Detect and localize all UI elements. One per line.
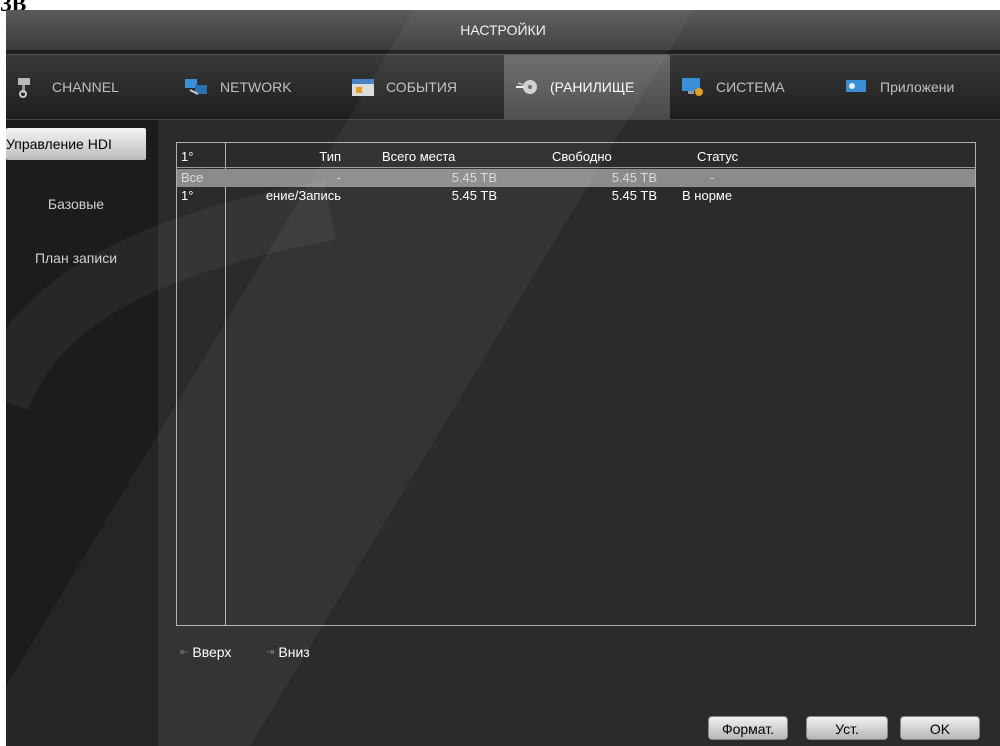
table-row[interactable]: Все - 5.45 TB 5.45 TB -	[177, 169, 975, 187]
settings-window: НАСТРОЙКИ CHANNEL NETWORK СОБЫТИЯ (РАНИЛ…	[6, 10, 1000, 746]
cell-total: 5.45 TB	[451, 170, 497, 185]
tab-label: СОБЫТИЯ	[386, 79, 457, 95]
table-header: 1° Тип Всего места Свободно Статус	[177, 148, 975, 166]
tab-label: Приложени	[880, 79, 955, 95]
header-free: Свободно	[552, 149, 612, 164]
column-divider	[225, 143, 226, 625]
header-status: Статус	[697, 149, 739, 164]
page-down-label: Вниз	[278, 644, 310, 660]
window-title: НАСТРОЙКИ	[6, 10, 1000, 50]
header-total: Всего места	[382, 149, 456, 164]
cell-type: ение/Запись	[265, 188, 341, 203]
apps-icon	[844, 76, 870, 98]
tab-label: (РАНИЛИЩЕ	[550, 79, 635, 95]
cell-status: В норме	[682, 188, 733, 203]
calendar-icon	[350, 76, 376, 98]
camera-icon	[16, 76, 42, 98]
tab-network[interactable]: NETWORK	[174, 55, 340, 119]
table-row[interactable]: 1° ение/Запись 5.45 TB 5.45 TB В норме	[177, 187, 975, 205]
disk-table: 1° Тип Всего места Свободно Статус Все -…	[176, 142, 976, 626]
storage-icon	[514, 76, 540, 98]
sidebar-item-hdd-management[interactable]: Управление HDI	[6, 128, 146, 160]
page-up-button[interactable]: ⇤ Вверх	[180, 644, 231, 660]
set-button[interactable]: Уст.	[806, 716, 888, 740]
page-up-icon: ⇤	[180, 646, 189, 658]
sidebar: Управление HDI Базовые План записи	[6, 120, 158, 746]
tab-storage[interactable]: (РАНИЛИЩЕ	[504, 55, 670, 119]
cell-free: 5.45 TB	[611, 188, 657, 203]
cell-type: -	[336, 170, 341, 185]
tab-label: СИСТЕМА	[716, 79, 785, 95]
system-icon	[680, 76, 706, 98]
header-divider	[177, 167, 975, 168]
ok-button[interactable]: OK	[900, 716, 980, 740]
content-panel: 1° Тип Всего места Свободно Статус Все -…	[158, 120, 1000, 746]
page-up-label: Вверх	[192, 644, 232, 660]
page-down-button[interactable]: ⇥ Вниз	[266, 644, 310, 660]
page-down-icon: ⇥	[266, 646, 275, 658]
header-type: Тип	[319, 149, 341, 164]
cell-number: Все	[181, 170, 204, 185]
cell-free: 5.45 TB	[611, 170, 657, 185]
format-button[interactable]: Формат.	[708, 716, 788, 740]
tab-channel[interactable]: CHANNEL	[6, 55, 174, 119]
sidebar-item-basic[interactable]: Базовые	[6, 188, 146, 220]
tab-label: NETWORK	[220, 79, 292, 95]
tab-bar: CHANNEL NETWORK СОБЫТИЯ (РАНИЛИЩЕ СИСТЕМ…	[6, 54, 1000, 120]
tab-label: CHANNEL	[52, 79, 119, 95]
sidebar-item-record-plan[interactable]: План записи	[6, 242, 146, 274]
tab-system[interactable]: СИСТЕМА	[670, 55, 834, 119]
network-icon	[184, 76, 210, 98]
cell-number: 1°	[181, 188, 194, 203]
tab-apps[interactable]: Приложени	[834, 55, 1000, 119]
tab-events[interactable]: СОБЫТИЯ	[340, 55, 504, 119]
cell-total: 5.45 TB	[451, 188, 497, 203]
cell-status: -	[709, 170, 715, 185]
header-number: 1°	[181, 149, 194, 164]
